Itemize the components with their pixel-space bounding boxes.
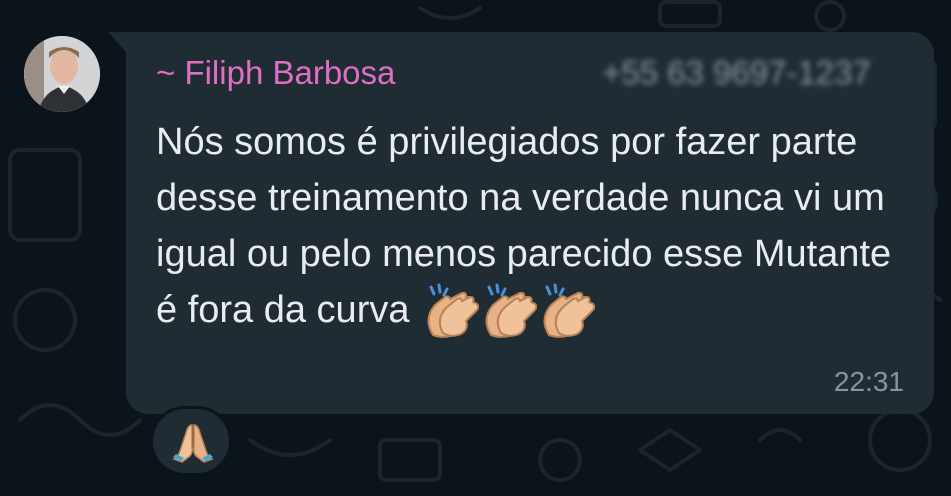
emoji-group bbox=[421, 282, 596, 341]
clapping-hands-icon bbox=[543, 283, 596, 339]
chat-background: ~ Filiph Barbosa +55 63 9697-1237 Nós so… bbox=[0, 0, 951, 496]
message-timestamp: 22:31 bbox=[833, 366, 904, 397]
sender-name[interactable]: ~ Filiph Barbosa bbox=[156, 54, 395, 92]
message-bubble[interactable]: ~ Filiph Barbosa +55 63 9697-1237 Nós so… bbox=[126, 32, 934, 414]
clapping-hands-icon bbox=[427, 283, 480, 339]
avatar-photo bbox=[24, 36, 100, 112]
bubble-tail bbox=[108, 32, 128, 54]
sender-avatar[interactable] bbox=[24, 36, 100, 112]
folded-hands-icon bbox=[172, 424, 214, 463]
clapping-hands-icon bbox=[485, 283, 538, 339]
message-text: Nós somos é privilegiados por fazer part… bbox=[156, 114, 896, 341]
reaction-badge[interactable] bbox=[150, 406, 232, 476]
sender-phone: +55 63 9697-1237 bbox=[602, 54, 871, 91]
